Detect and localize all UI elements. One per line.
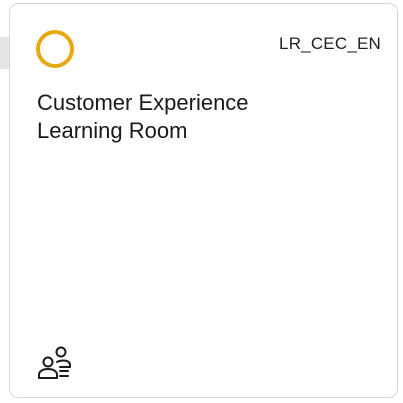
user-group-icon	[38, 346, 71, 379]
learning-room-tile[interactable]: LR_CEC_EN Customer Experience Learning R…	[9, 3, 398, 398]
tile-title: Customer Experience Learning Room	[37, 89, 337, 145]
status-ring-icon	[36, 30, 74, 68]
tile-title-line-1: Customer Experience	[37, 90, 249, 115]
tile-title-line-2: Learning Room	[37, 118, 188, 143]
page: LR_CEC_EN Customer Experience Learning R…	[0, 0, 403, 403]
tile-code: LR_CEC_EN	[279, 34, 381, 53]
